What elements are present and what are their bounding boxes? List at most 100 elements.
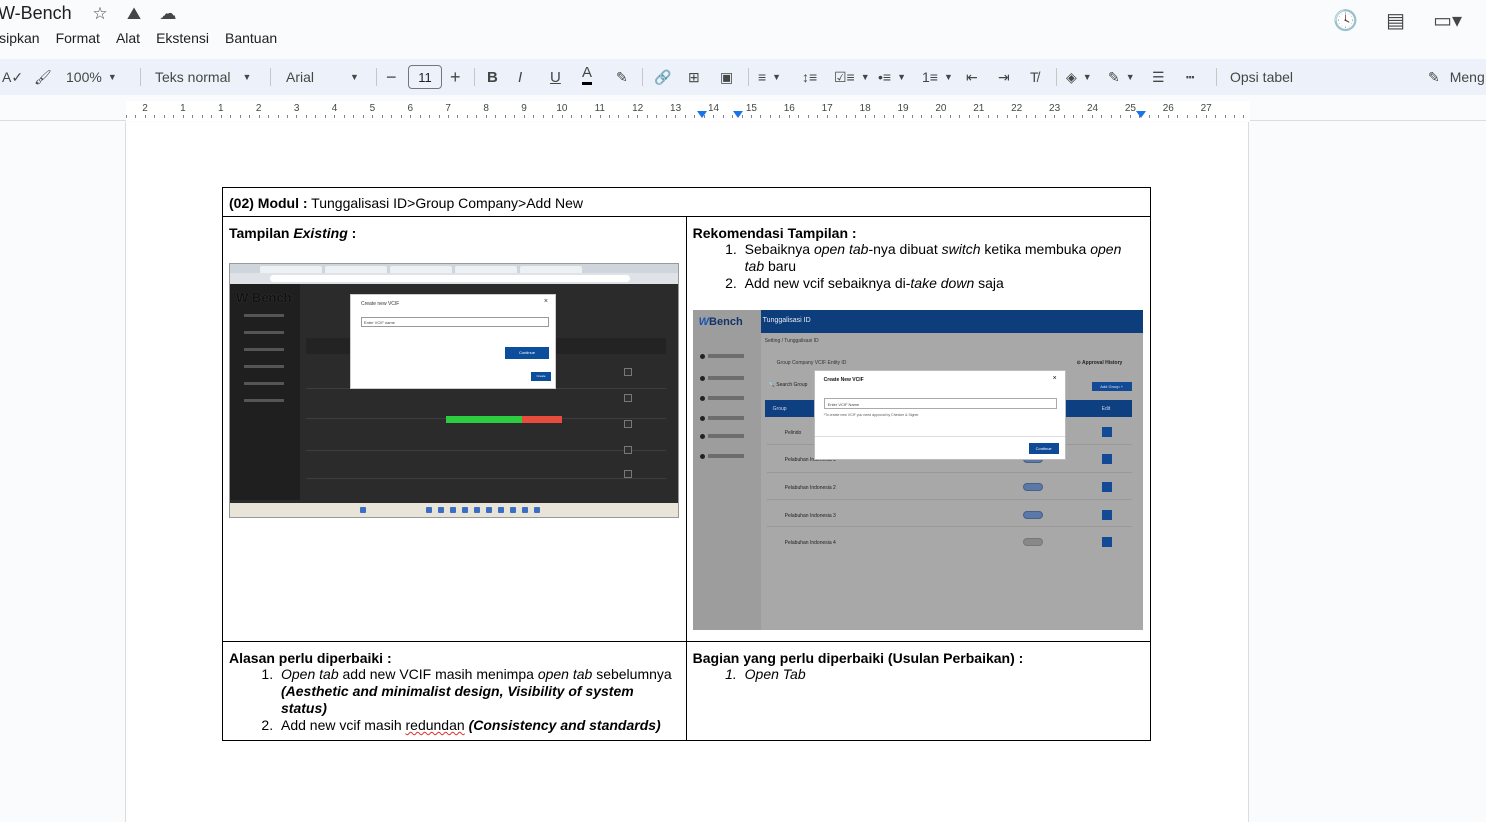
ruler-tick	[1082, 115, 1084, 118]
cell-fill-icon[interactable]: ◈ ▼	[1066, 63, 1092, 91]
font-size-value: 11	[408, 65, 442, 89]
zoom-value: 100%	[66, 69, 102, 85]
image-icon[interactable]: ▣	[720, 63, 733, 91]
edit-icon	[1101, 427, 1112, 437]
toggle	[1022, 483, 1043, 491]
menu-tools[interactable]: Alat	[116, 30, 140, 46]
ruler-number: 13	[670, 103, 682, 114]
ruler-tick	[144, 115, 146, 118]
right-indent-marker[interactable]	[1136, 111, 1146, 118]
editing-mode-button[interactable]: ✎ Meng	[1428, 63, 1485, 91]
comments-icon[interactable]: ▤	[1386, 8, 1405, 33]
underline-icon[interactable]: U	[550, 63, 561, 91]
caret-down-icon: ▼	[772, 72, 782, 82]
fix-cell[interactable]: Bagian yang perlu diperbaiki (Usulan Per…	[685, 641, 1152, 741]
text-color-icon[interactable]: A	[582, 63, 593, 85]
caret-down-icon: ▼	[350, 72, 359, 82]
edit-icon	[1101, 454, 1112, 464]
bulleted-list-icon[interactable]: •≡ ▼	[878, 63, 906, 91]
decrease-indent-icon[interactable]: ⇤	[966, 63, 978, 91]
version-history-icon[interactable]: 🕓	[1333, 8, 1358, 33]
increase-indent-icon[interactable]: ⇥	[998, 63, 1010, 91]
document-title[interactable]: W-Bench	[0, 3, 72, 24]
border-color-icon[interactable]: ✎ ▼	[1108, 63, 1135, 91]
line-spacing-icon[interactable]: ↕≡	[802, 63, 817, 91]
document-page[interactable]: (02) Modul : Tunggalisasi ID>Group Compa…	[125, 122, 1249, 822]
existing-screenshot[interactable]: W Bench Create new VCIF × Enter VCIF nam…	[229, 263, 679, 518]
ruler-number: 19	[897, 103, 909, 114]
ruler-tick	[438, 115, 440, 118]
table-options-button[interactable]: Opsi tabel	[1230, 63, 1293, 91]
zoom-select[interactable]: 100% ▼	[66, 63, 117, 91]
ruler-tick	[230, 115, 232, 118]
review-table[interactable]: (02) Modul : Tunggalisasi ID>Group Compa…	[222, 187, 1152, 741]
ruler-tick	[608, 115, 610, 118]
ruler-tick	[296, 115, 298, 118]
ruler-tick	[1167, 115, 1169, 118]
increase-font-size-button[interactable]: +	[450, 63, 461, 91]
meet-icon[interactable]: ▭▾	[1433, 8, 1462, 33]
existing-cell[interactable]: Tampilan Existing : W Bench Create new V…	[222, 216, 687, 642]
align-icon[interactable]: ≡ ▼	[758, 63, 781, 91]
comment-add-icon[interactable]: ⊞	[688, 63, 700, 91]
edit-icon	[624, 446, 632, 454]
spellcheck-icon[interactable]: A✓	[2, 63, 23, 91]
font-size-input[interactable]: 11	[408, 63, 442, 91]
ruler-tick	[239, 115, 241, 118]
font-select[interactable]: Arial ▼	[286, 63, 359, 91]
link-icon[interactable]: 🔗	[654, 63, 671, 91]
paint-format-icon[interactable]: 🖌	[34, 63, 52, 91]
star-icon[interactable]: ☆	[90, 4, 110, 24]
caret-down-icon: ▼	[860, 72, 870, 82]
modal-title: Create new VCIF	[361, 301, 400, 307]
ruler-tick	[1215, 115, 1217, 118]
module-cell[interactable]: (02) Modul : Tunggalisasi ID>Group Compa…	[222, 187, 1151, 217]
ruler-tick	[694, 115, 696, 118]
recommendation-screenshot[interactable]: Tunggalisasi ID WBench Setting / Tunggal…	[692, 310, 1143, 630]
edit-icon	[624, 394, 632, 402]
edit-icon	[1101, 537, 1112, 547]
ruler-number: 3	[293, 103, 300, 114]
create-vcif-modal: Create new VCIF × Enter VCIF name Contin…	[350, 294, 556, 389]
ruler-tick	[1063, 115, 1065, 118]
spelling-error[interactable]: redundan	[406, 717, 465, 733]
ruler-tick	[258, 115, 260, 118]
decrease-font-size-button[interactable]: −	[386, 63, 397, 91]
ruler-tick	[1035, 115, 1037, 118]
checklist-icon[interactable]: ☑≡ ▼	[834, 63, 870, 91]
recommendation-item: Sebaiknya open tab-nya dibuat switch ket…	[741, 241, 1144, 275]
menu-format[interactable]: Format	[56, 30, 100, 46]
ruler-tick	[485, 115, 487, 118]
error-toast	[522, 416, 562, 423]
ruler-tick	[959, 115, 961, 118]
document-canvas: (02) Modul : Tunggalisasi ID>Group Compa…	[0, 122, 1486, 822]
bold-icon[interactable]: B	[487, 63, 498, 91]
move-to-drive-icon[interactable]: ⛰	[124, 4, 144, 24]
column-marker[interactable]	[733, 111, 743, 118]
horizontal-ruler[interactable]: 2 1 1 2 3 4 5 6 7 8 9 10 11 12 13 14 15 16 17 18 19 20 21 22 23 2…	[0, 101, 1486, 121]
caret-down-icon: ▼	[1082, 72, 1092, 82]
numbered-list-icon[interactable]: 1≡ ▼	[922, 63, 953, 91]
menu-help[interactable]: Bantuan	[225, 30, 277, 46]
ruler-tick	[599, 115, 601, 118]
caret-down-icon: ▼	[242, 72, 252, 82]
ruler-tick	[1120, 115, 1122, 118]
reason-cell[interactable]: Alasan perlu diperbaiki : Open tab add n…	[222, 641, 687, 741]
menu-extensions[interactable]: Ekstensi	[156, 30, 209, 46]
create-vcif-modal: Create New VCIF × Enter VCIF Name *To cr…	[813, 370, 1066, 460]
italic-icon[interactable]: I	[518, 63, 522, 91]
ruler-tick	[855, 115, 857, 118]
border-dash-icon[interactable]: ┅	[1186, 63, 1194, 91]
app-logo: W Bench	[236, 290, 292, 305]
continue-button: Continue	[1028, 443, 1059, 454]
module-label: (02) Modul :	[229, 195, 308, 211]
border-width-icon[interactable]: ☰	[1152, 63, 1165, 91]
cloud-status-icon[interactable]: ☁	[158, 4, 178, 24]
style-select[interactable]: Teks normal ▼	[155, 63, 251, 91]
table-row	[306, 450, 666, 451]
highlight-icon[interactable]: ✎	[616, 63, 628, 91]
clear-formatting-icon[interactable]: T̸	[1030, 63, 1039, 91]
left-indent-marker[interactable]	[697, 111, 707, 118]
recommendation-cell[interactable]: Rekomendasi Tampilan : Sebaiknya open ta…	[685, 216, 1152, 642]
menu-insert[interactable]: isipkan	[0, 30, 40, 46]
